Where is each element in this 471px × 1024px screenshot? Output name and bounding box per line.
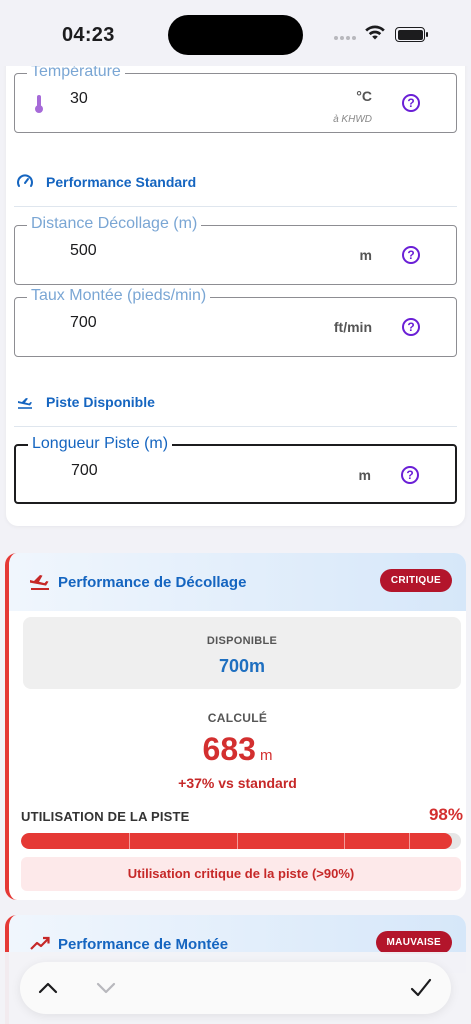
- status-badge: MAUVAISE: [375, 931, 452, 954]
- temperature-unit: °C: [356, 88, 372, 104]
- takeoff-distance-label: Distance Décollage (m): [27, 215, 202, 233]
- takeoff-distance-unit: m: [359, 247, 372, 263]
- usage-percent: 98%: [428, 805, 463, 824]
- calculated-value: 683: [202, 731, 256, 767]
- card-title: Performance de Montée: [58, 936, 229, 953]
- section-runway-available: Piste Disponible: [16, 393, 155, 411]
- available-label: DISPONIBLE: [206, 635, 278, 647]
- card-title: Performance de Décollage: [58, 574, 247, 591]
- available-value: 700m: [218, 656, 266, 676]
- runway-length-label: Longueur Piste (m): [28, 435, 173, 453]
- calculated-unit: m: [259, 747, 273, 764]
- takeoff-performance-card: Performance de Décollage CRITIQUE DISPON…: [5, 553, 466, 900]
- battery-icon: [395, 27, 428, 42]
- trending-up-icon: [30, 936, 50, 950]
- temperature-field[interactable]: Température 30 °C à KHWD ?: [14, 63, 457, 133]
- thermometer-icon: [35, 95, 43, 113]
- card-header: Performance de Décollage CRITIQUE: [9, 553, 466, 611]
- divider: [14, 206, 457, 207]
- chevron-down-icon[interactable]: [94, 976, 118, 1000]
- wifi-icon: [365, 25, 385, 40]
- climb-rate-label: Taux Montée (pieds/min): [27, 287, 211, 305]
- speedometer-icon: [17, 174, 33, 187]
- input-form-card: Température 30 °C à KHWD ? Performance S…: [6, 40, 465, 526]
- toolbar-pill: [20, 962, 451, 1014]
- airplane-takeoff-icon: [30, 575, 49, 590]
- climb-rate-field[interactable]: Taux Montée (pieds/min) 700 ft/min ?: [14, 287, 457, 357]
- cellular-signal-icon: [334, 36, 356, 40]
- dynamic-island: [168, 15, 303, 55]
- help-icon[interactable]: ?: [402, 94, 420, 112]
- runway-departure-icon: [18, 398, 32, 409]
- runway-length-field[interactable]: Longueur Piste (m) 700 m ?: [14, 435, 457, 504]
- status-time: 04:23: [62, 24, 115, 46]
- checkmark-icon[interactable]: [409, 976, 433, 1000]
- runway-usage-row: UTILISATION DE LA PISTE 98%: [21, 805, 463, 829]
- usage-progress-bar: [21, 833, 461, 849]
- section-title: Performance Standard: [46, 174, 197, 190]
- status-bar: 04:23: [0, 0, 471, 66]
- takeoff-distance-field[interactable]: Distance Décollage (m) 500 m ?: [14, 215, 457, 285]
- keyboard-toolbar: [0, 952, 471, 1024]
- usage-progress-fill: [21, 833, 453, 849]
- calculated-label: CALCULÉ: [207, 711, 268, 725]
- usage-label: UTILISATION DE LA PISTE: [21, 809, 190, 824]
- status-badge: CRITIQUE: [379, 569, 452, 592]
- climb-rate-value: 700: [70, 314, 97, 331]
- temperature-value: 30: [70, 90, 88, 107]
- runway-length-unit: m: [358, 467, 371, 483]
- climb-rate-unit: ft/min: [333, 319, 372, 335]
- temperature-source: à KHWD: [333, 114, 372, 125]
- section-title: Piste Disponible: [46, 394, 155, 410]
- help-icon[interactable]: ?: [402, 318, 420, 336]
- calculated-value-row: 683 m: [9, 731, 466, 768]
- critical-alert: Utilisation critique de la piste (>90%): [21, 857, 461, 891]
- available-box: DISPONIBLE 700m: [23, 617, 461, 689]
- help-icon[interactable]: ?: [401, 466, 419, 484]
- divider: [14, 426, 457, 427]
- section-performance-standard: Performance Standard: [16, 173, 196, 191]
- runway-length-value: 700: [71, 462, 98, 479]
- takeoff-distance-value: 500: [70, 242, 97, 259]
- delta-vs-standard: +37% vs standard: [178, 775, 297, 791]
- help-icon[interactable]: ?: [402, 246, 420, 264]
- chevron-up-icon[interactable]: [36, 976, 60, 1000]
